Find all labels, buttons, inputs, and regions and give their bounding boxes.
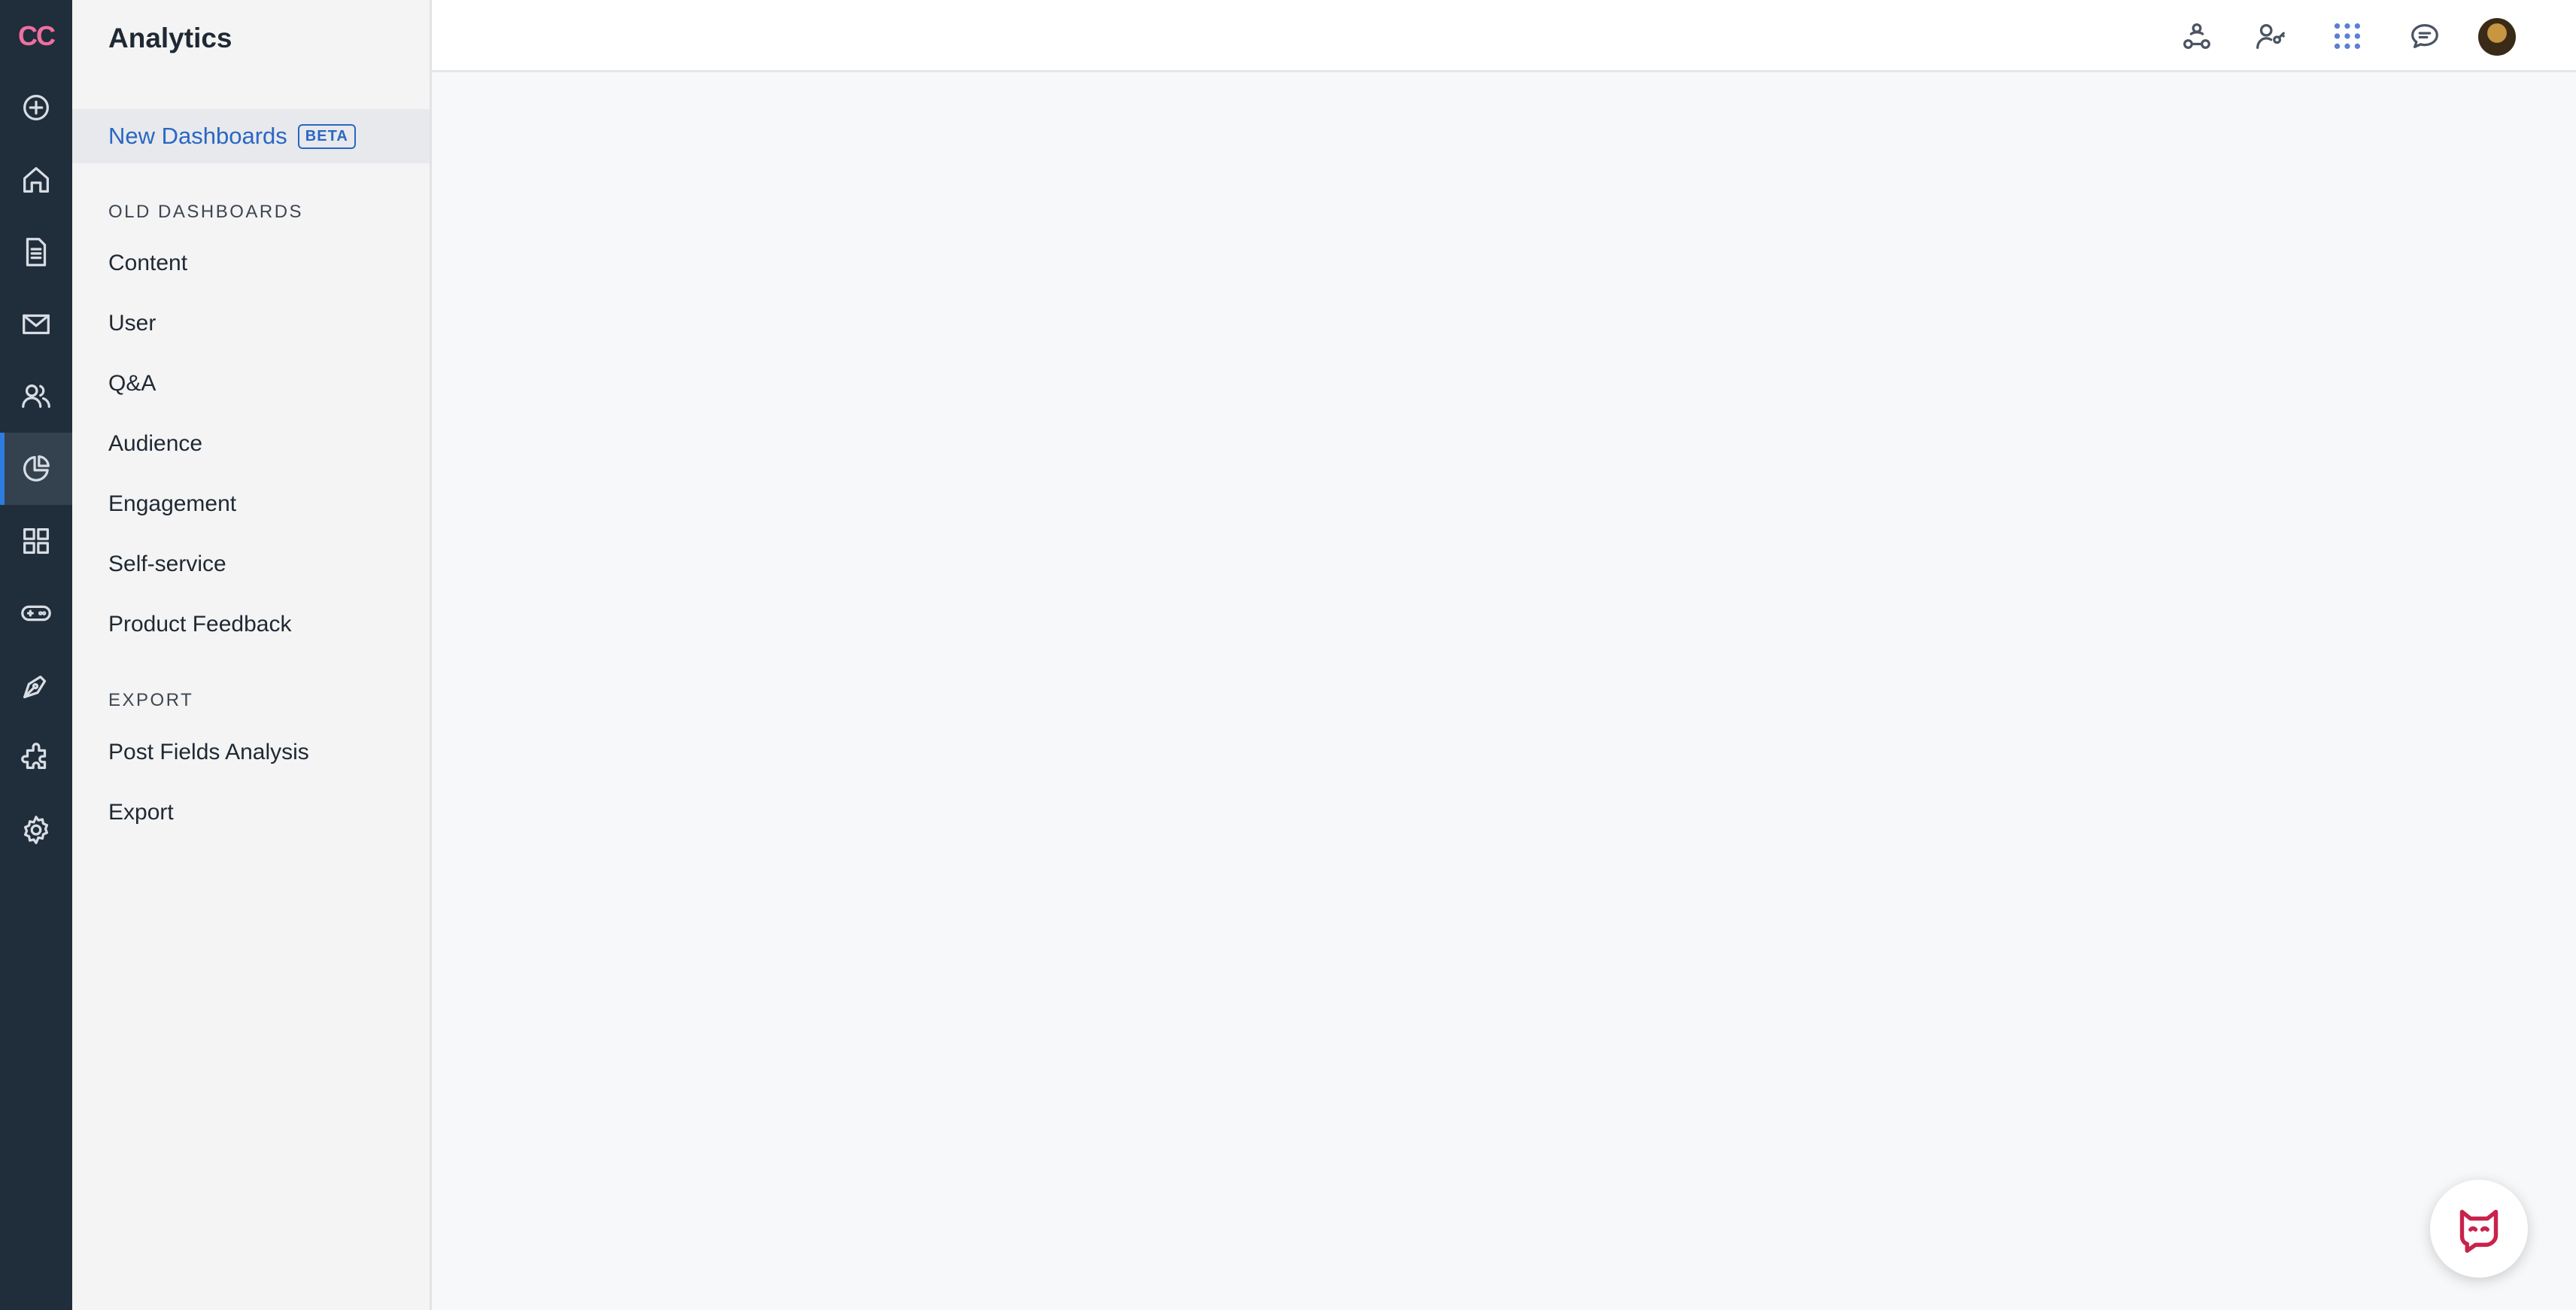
sidebar-item-new-dashboards[interactable]: New Dashboards BETA [72, 109, 430, 163]
apps-grid-icon [23, 528, 49, 554]
analytics-sidebar: Analytics New Dashboards BETA OLD DASHBO… [72, 0, 432, 1310]
sidebar-item-export[interactable]: Export [108, 800, 174, 825]
sidebar-item-engagement[interactable]: Engagement [108, 491, 236, 517]
icon-rail: CC [0, 0, 72, 1310]
sidebar-item-product-feedback[interactable]: Product Feedback [108, 612, 291, 637]
rail-apps[interactable] [0, 505, 72, 577]
beta-badge: BETA [297, 123, 356, 149]
user-key-icon [2256, 23, 2285, 49]
sidebar-item-qa[interactable]: Q&A [108, 371, 156, 397]
gamepad-icon [21, 605, 51, 622]
users-icon [22, 384, 50, 409]
puzzle-icon [21, 743, 47, 770]
sidebar-item-label: New Dashboards [108, 123, 287, 149]
community-button[interactable] [2174, 14, 2219, 59]
sidebar-item-audience[interactable]: Audience [108, 431, 202, 457]
chat-icon [2411, 23, 2438, 49]
messages-button[interactable] [2402, 14, 2447, 59]
rail-integrations[interactable] [0, 722, 72, 794]
apps-dots-icon [2334, 23, 2361, 50]
settings-gear-icon [23, 816, 49, 844]
sidebar-item-post-fields-analysis[interactable]: Post Fields Analysis [108, 740, 309, 765]
rail-home[interactable] [0, 144, 72, 216]
sidebar-item-user[interactable]: User [108, 311, 156, 336]
app-logo[interactable]: CC [0, 14, 72, 59]
main-content-area [434, 72, 2576, 1310]
rail-settings[interactable] [0, 794, 72, 866]
plus-circle-icon [23, 95, 49, 120]
document-icon [26, 238, 47, 266]
analytics-pie-icon [23, 455, 50, 482]
avatar[interactable] [2478, 18, 2516, 56]
sidebar-item-self-service[interactable]: Self-service [108, 552, 226, 577]
sidebar-title: Analytics [108, 23, 232, 53]
bot-cat-icon [2459, 1209, 2499, 1253]
mail-icon [23, 314, 50, 335]
home-icon [23, 167, 49, 193]
rail-design[interactable] [0, 649, 72, 722]
rail-analytics[interactable] [0, 433, 72, 505]
rail-mail[interactable] [0, 288, 72, 360]
community-icon [2183, 23, 2210, 49]
sidebar-item-content[interactable]: Content [108, 251, 187, 276]
rail-gamification[interactable] [0, 577, 72, 649]
user-access-button[interactable] [2248, 14, 2293, 59]
rail-users[interactable] [0, 360, 72, 433]
pen-icon [23, 675, 47, 698]
app-launcher-button[interactable] [2325, 14, 2370, 59]
rail-content[interactable] [0, 216, 72, 288]
section-heading-export: EXPORT [108, 690, 194, 710]
rail-create[interactable] [0, 71, 72, 144]
section-heading-old-dashboards: OLD DASHBOARDS [108, 202, 304, 222]
assistant-bot-button[interactable] [2430, 1180, 2528, 1278]
